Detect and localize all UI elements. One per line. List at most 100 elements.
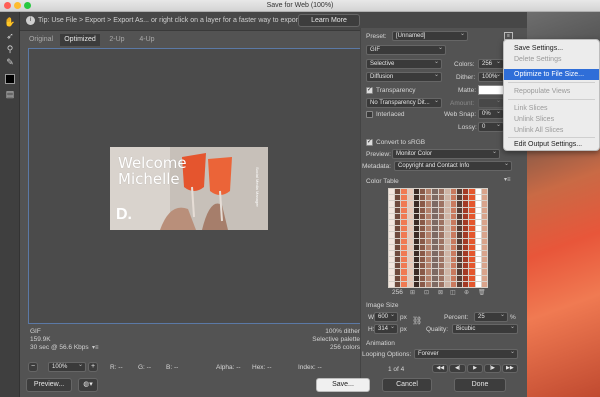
color-swatch[interactable]: [481, 189, 487, 195]
cancel-button[interactable]: Cancel: [382, 378, 432, 392]
color-swatch[interactable]: [401, 257, 407, 263]
color-reduction-select[interactable]: Selective: [366, 59, 442, 69]
color-swatch[interactable]: [419, 275, 426, 281]
color-swatch[interactable]: [450, 213, 457, 219]
color-swatch[interactable]: [475, 263, 481, 269]
color-swatch[interactable]: [413, 250, 419, 257]
color-swatch[interactable]: [457, 207, 463, 213]
color-swatch[interactable]: [444, 263, 450, 269]
color-swatch[interactable]: [413, 219, 419, 226]
amount-field[interactable]: [478, 98, 504, 108]
color-swatch[interactable]: [469, 238, 475, 244]
color-swatch[interactable]: [481, 281, 487, 287]
color-swatch[interactable]: [457, 244, 463, 250]
color-swatch[interactable]: [444, 207, 450, 213]
color-swatch[interactable]: [389, 275, 395, 281]
tab-2-up[interactable]: 2-Up: [104, 34, 130, 46]
color-swatch[interactable]: [457, 238, 463, 244]
color-swatch[interactable]: [407, 207, 413, 213]
color-swatch[interactable]: [413, 244, 419, 250]
color-swatch[interactable]: [432, 195, 438, 201]
color-swatch[interactable]: [444, 269, 450, 275]
color-swatch[interactable]: [432, 238, 438, 244]
color-swatch[interactable]: [438, 263, 444, 269]
color-swatch[interactable]: [432, 201, 438, 207]
color-swatch[interactable]: [438, 213, 444, 219]
color-swatch[interactable]: [481, 269, 487, 275]
color-swatch[interactable]: [426, 189, 432, 195]
color-swatch[interactable]: [401, 195, 407, 201]
color-swatch[interactable]: [457, 213, 463, 219]
color-swatch[interactable]: [475, 226, 481, 232]
color-swatch[interactable]: [444, 219, 450, 226]
color-swatch[interactable]: [407, 219, 413, 226]
color-swatch[interactable]: [444, 281, 450, 287]
color-swatch[interactable]: [469, 213, 475, 219]
color-swatch[interactable]: [457, 189, 463, 195]
lock-color-icon[interactable]: ⊡: [424, 289, 429, 296]
zoom-out-button[interactable]: −: [28, 362, 38, 372]
color-swatch[interactable]: [401, 275, 407, 281]
color-swatch[interactable]: [450, 275, 457, 281]
color-swatch[interactable]: [432, 189, 438, 195]
convert-srgb-checkbox[interactable]: [366, 138, 373, 146]
color-swatch[interactable]: [395, 244, 401, 250]
transparency-dither-select[interactable]: No Transparency Dit...: [366, 98, 442, 108]
color-swatch[interactable]: [444, 195, 450, 201]
color-swatch[interactable]: [475, 250, 481, 257]
color-swatch[interactable]: [481, 195, 487, 201]
color-swatch[interactable]: [413, 238, 419, 244]
color-swatch[interactable]: [413, 275, 419, 281]
color-swatch[interactable]: [413, 201, 419, 207]
menu-item-repopulate-views[interactable]: Repopulate Views: [504, 86, 599, 97]
color-swatch[interactable]: [444, 201, 450, 207]
color-swatch[interactable]: [469, 281, 475, 287]
color-swatch[interactable]: [432, 207, 438, 213]
tab-4-up[interactable]: 4-Up: [134, 34, 160, 46]
color-swatch[interactable]: [475, 281, 481, 287]
delete-color-icon[interactable]: 🗑: [478, 289, 486, 296]
color-swatch[interactable]: [450, 257, 457, 263]
color-swatch[interactable]: [463, 269, 469, 275]
color-swatch[interactable]: [407, 263, 413, 269]
learn-more-button[interactable]: Learn More: [298, 14, 360, 27]
color-swatch[interactable]: [469, 275, 475, 281]
color-swatch[interactable]: [419, 219, 426, 226]
shift-to-transparent-icon[interactable]: ⊠: [438, 289, 443, 296]
looping-options-select[interactable]: Forever: [414, 349, 518, 359]
color-swatch[interactable]: [395, 232, 401, 238]
color-swatch[interactable]: [432, 269, 438, 275]
color-swatch[interactable]: [395, 213, 401, 219]
color-swatch[interactable]: [401, 244, 407, 250]
color-swatch[interactable]: [481, 201, 487, 207]
color-swatch[interactable]: [444, 238, 450, 244]
color-swatch[interactable]: [389, 189, 395, 195]
color-swatch[interactable]: [450, 232, 457, 238]
color-swatch[interactable]: [463, 257, 469, 263]
color-swatch[interactable]: [481, 244, 487, 250]
preview-button[interactable]: Preview...: [26, 378, 72, 392]
color-swatch[interactable]: [481, 226, 487, 232]
color-swatch[interactable]: [463, 244, 469, 250]
color-swatch[interactable]: [457, 263, 463, 269]
color-swatch[interactable]: [419, 281, 426, 287]
color-swatch[interactable]: [475, 257, 481, 263]
color-swatch[interactable]: [419, 250, 426, 257]
menu-item-edit-output-settings[interactable]: Edit Output Settings...: [504, 139, 599, 150]
color-swatch[interactable]: [426, 213, 432, 219]
color-swatch[interactable]: [407, 201, 413, 207]
menu-item-unlink-slices[interactable]: Unlink Slices: [504, 114, 599, 125]
color-swatch[interactable]: [419, 244, 426, 250]
color-swatch[interactable]: [438, 275, 444, 281]
slice-select-tool-icon[interactable]: ➶: [4, 30, 16, 42]
menu-item-delete-settings[interactable]: Delete Settings: [504, 54, 599, 65]
color-swatch[interactable]: [395, 275, 401, 281]
eyedropper-tool-icon[interactable]: ✎: [4, 56, 16, 68]
color-swatch[interactable]: [426, 226, 432, 232]
color-swatch[interactable]: [450, 281, 457, 287]
color-swatch[interactable]: [469, 244, 475, 250]
percent-field[interactable]: 25: [474, 312, 508, 322]
color-swatch[interactable]: [413, 189, 419, 195]
format-select[interactable]: GIF: [366, 45, 446, 55]
color-swatch[interactable]: [401, 232, 407, 238]
